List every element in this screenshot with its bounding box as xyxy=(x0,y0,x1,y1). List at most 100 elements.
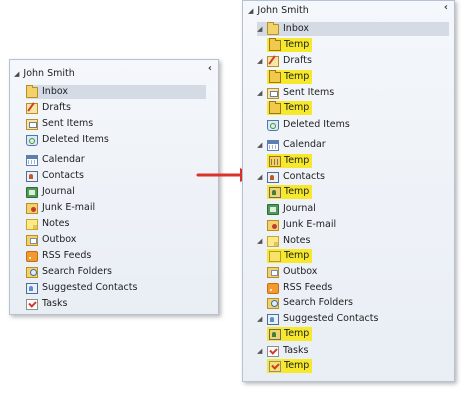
account-name: John Smith xyxy=(23,68,75,79)
highlighted-subfolder: Temp xyxy=(267,69,313,84)
subfolder-item-inbox-temp[interactable]: Temp xyxy=(267,37,313,52)
expand-triangle-icon[interactable]: ◢ xyxy=(257,138,265,152)
highlighted-subfolder: Temp xyxy=(267,249,313,263)
temp-tasks-icon xyxy=(269,360,281,372)
subfolder-item-tasks-temp[interactable]: Temp xyxy=(267,359,313,373)
folder-label: Temp xyxy=(284,186,310,197)
expand-triangle-icon[interactable]: ◢ xyxy=(257,86,265,100)
junk-email-icon xyxy=(267,219,279,231)
highlighted-subfolder: Temp xyxy=(267,37,313,52)
folder-item-drafts[interactable]: ◢ Drafts xyxy=(257,54,312,68)
folder-label: Suggested Contacts xyxy=(42,282,138,293)
folder-item-calendar[interactable]: Calendar xyxy=(26,153,85,167)
folder-item-inbox[interactable]: ◢ Inbox xyxy=(257,21,449,36)
folder-item-rss-feeds[interactable]: RSS Feeds xyxy=(267,281,332,295)
folder-label: Sent Items xyxy=(283,87,335,98)
subfolder-item-suggested-contacts-temp[interactable]: Temp xyxy=(267,327,313,341)
folder-label: Calendar xyxy=(283,139,326,150)
folder-item-notes[interactable]: ◢ Notes xyxy=(257,234,310,248)
folder-label: Temp xyxy=(284,39,310,50)
subfolder-item-sent-items-temp[interactable]: Temp xyxy=(267,100,313,115)
folder-label: Notes xyxy=(283,235,311,246)
expand-triangle-icon[interactable]: ◢ xyxy=(257,22,265,36)
temp-notes-icon xyxy=(269,250,281,262)
folder-label: Tasks xyxy=(42,298,68,309)
sent-items-icon xyxy=(26,118,38,130)
contacts-icon xyxy=(267,171,279,183)
folder-item-contacts[interactable]: ◢ Contacts xyxy=(257,170,325,184)
folder-item-junk-email[interactable]: Junk E-mail xyxy=(26,201,95,215)
folder-label: Temp xyxy=(284,71,310,82)
folder-item-suggested-contacts[interactable]: Suggested Contacts xyxy=(26,281,137,295)
folder-item-junk-email[interactable]: Junk E-mail xyxy=(267,218,336,232)
account-name: John Smith xyxy=(257,5,309,16)
folder-label: Inbox xyxy=(283,23,309,34)
highlighted-subfolder: Temp xyxy=(267,359,313,373)
folder-item-inbox[interactable]: Inbox xyxy=(26,84,206,99)
folder-item-contacts[interactable]: Contacts xyxy=(26,169,84,183)
highlighted-subfolder: Temp xyxy=(267,185,313,199)
temp-contacts-icon xyxy=(269,328,281,340)
folder-item-deleted-items[interactable]: Deleted Items xyxy=(267,118,350,132)
calendar-icon xyxy=(26,154,38,166)
folder-label: Search Folders xyxy=(42,266,112,277)
expand-triangle-icon[interactable]: ◢ xyxy=(257,312,265,326)
folder-pane-after: ◢ John Smith ‹ ◢ Inbox Temp ◢ Drafts Temp… xyxy=(242,0,455,382)
folder-item-search-folders[interactable]: Search Folders xyxy=(267,296,353,310)
folder-label: Journal xyxy=(42,186,75,197)
folder-item-journal[interactable]: Journal xyxy=(26,185,75,199)
account-header[interactable]: ◢ John Smith xyxy=(248,4,309,18)
expand-triangle-icon[interactable]: ◢ xyxy=(257,170,265,184)
expand-triangle-icon[interactable]: ◢ xyxy=(257,344,265,358)
folder-item-journal[interactable]: Journal xyxy=(267,202,316,216)
folder-item-rss-feeds[interactable]: RSS Feeds xyxy=(26,249,91,263)
folder-item-outbox[interactable]: Outbox xyxy=(267,265,317,279)
subfolder-item-calendar-temp[interactable]: Temp xyxy=(267,154,313,168)
folder-label: Outbox xyxy=(283,266,318,277)
folder-label: Notes xyxy=(42,218,70,229)
folder-label: Journal xyxy=(283,203,316,214)
folder-label: RSS Feeds xyxy=(42,250,92,261)
folder-item-outbox[interactable]: Outbox xyxy=(26,233,76,247)
folder-item-tasks[interactable]: Tasks xyxy=(26,297,67,311)
collapse-triangle-icon[interactable]: ◢ xyxy=(14,70,19,78)
subfolder-item-notes-temp[interactable]: Temp xyxy=(267,249,313,263)
folder-item-deleted-items[interactable]: Deleted Items xyxy=(26,133,109,147)
minimize-pane-chevron-icon[interactable]: ‹ xyxy=(208,63,212,74)
deleted-items-icon xyxy=(267,119,279,131)
folder-label: Suggested Contacts xyxy=(283,313,379,324)
expand-triangle-icon[interactable]: ◢ xyxy=(257,234,265,248)
rss-feeds-icon xyxy=(267,282,279,294)
highlighted-subfolder: Temp xyxy=(267,100,313,115)
temp-contacts-icon xyxy=(269,186,281,198)
account-header[interactable]: ◢ John Smith xyxy=(14,67,75,81)
folder-label: Temp xyxy=(284,155,310,166)
folder-item-calendar[interactable]: ◢ Calendar xyxy=(257,138,326,152)
highlighted-subfolder: Temp xyxy=(267,154,313,168)
folder-label: Junk E-mail xyxy=(283,219,337,230)
outbox-icon xyxy=(267,266,279,278)
folder-item-drafts[interactable]: Drafts xyxy=(26,101,71,115)
folder-item-notes[interactable]: Notes xyxy=(26,217,69,231)
minimize-pane-chevron-icon[interactable]: ‹ xyxy=(444,2,448,13)
folder-label: Contacts xyxy=(42,170,84,181)
notes-icon xyxy=(26,218,38,230)
folder-item-sent-items[interactable]: ◢ Sent Items xyxy=(257,86,334,100)
folder-item-suggested-contacts[interactable]: ◢ Suggested Contacts xyxy=(257,312,378,326)
tasks-icon xyxy=(267,345,279,357)
journal-icon xyxy=(26,186,38,198)
expand-triangle-icon[interactable]: ◢ xyxy=(257,54,265,68)
folder-item-tasks[interactable]: ◢ Tasks xyxy=(257,344,308,358)
collapse-triangle-icon[interactable]: ◢ xyxy=(248,7,253,15)
suggested-contacts-icon xyxy=(26,282,38,294)
rss-feeds-icon xyxy=(26,250,38,262)
folder-label: Temp xyxy=(284,250,310,261)
folder-item-search-folders[interactable]: Search Folders xyxy=(26,265,112,279)
folder-label: Sent Items xyxy=(42,118,94,129)
folder-item-sent-items[interactable]: Sent Items xyxy=(26,117,93,131)
suggested-contacts-icon xyxy=(267,313,279,325)
folder-label: Junk E-mail xyxy=(42,202,96,213)
subfolder-item-contacts-temp[interactable]: Temp xyxy=(267,185,313,199)
search-folders-icon xyxy=(267,297,279,309)
subfolder-item-drafts-temp[interactable]: Temp xyxy=(267,69,313,84)
